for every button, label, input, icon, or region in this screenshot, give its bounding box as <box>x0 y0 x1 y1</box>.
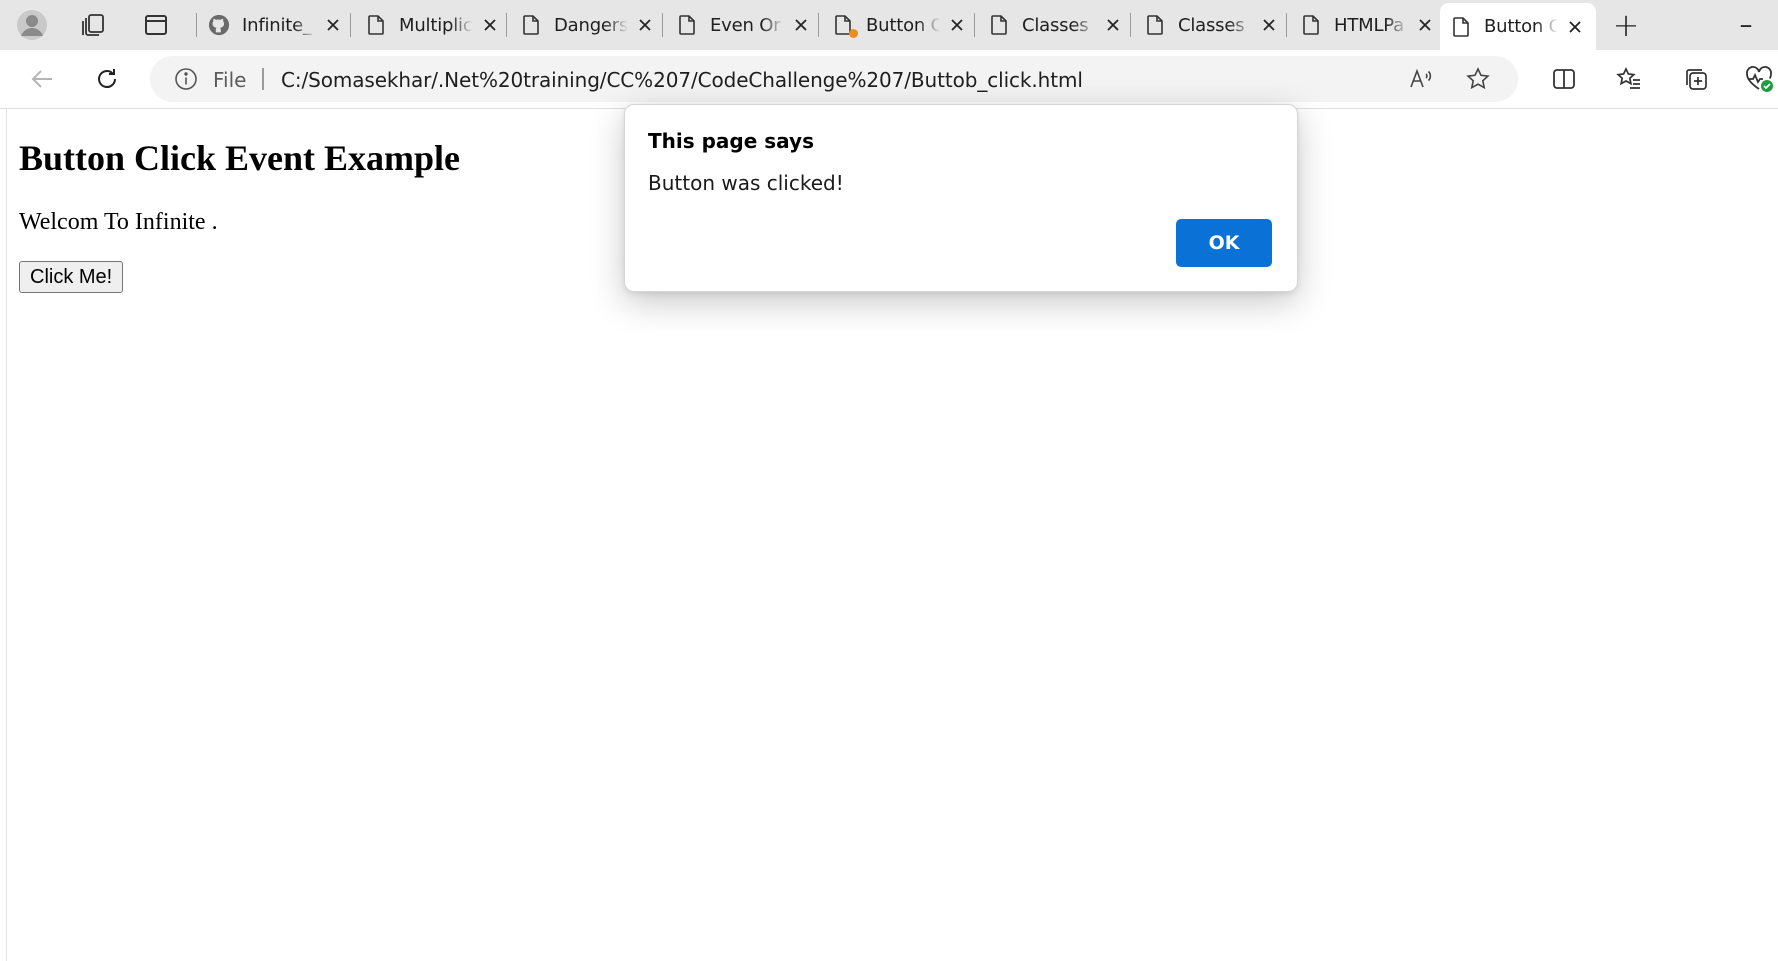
tab-divider <box>974 13 975 37</box>
new-tab-button[interactable]: + <box>1609 6 1643 44</box>
page-icon <box>520 14 542 36</box>
tab-title: HTMLPa <box>1334 14 1404 36</box>
page-icon <box>1450 16 1472 38</box>
tab-divider <box>818 13 819 37</box>
tab-title: Classes <box>1178 14 1245 36</box>
tab-divider <box>350 13 351 37</box>
close-icon[interactable] <box>1258 14 1280 36</box>
profile-avatar-icon[interactable] <box>15 8 49 42</box>
tab-divider <box>196 13 197 37</box>
tab-title: Dangers <box>554 14 628 36</box>
page-icon <box>832 14 858 38</box>
close-icon[interactable] <box>1102 14 1124 36</box>
scheme-label: File <box>213 68 247 92</box>
tab-divider <box>506 13 507 37</box>
tab-divider <box>1286 13 1287 37</box>
address-bar[interactable]: File C:/Somasekhar/.Net%20training/CC%20… <box>150 56 1518 102</box>
back-button[interactable] <box>23 60 61 98</box>
page-heading: Button Click Event Example <box>19 138 461 178</box>
tab-classes-1[interactable]: Classes <box>978 7 1126 43</box>
close-icon[interactable] <box>790 14 812 36</box>
refresh-button[interactable] <box>88 60 126 98</box>
page-icon <box>988 14 1010 36</box>
github-icon <box>208 14 230 36</box>
browser-toolbar: File C:/Somasekhar/.Net%20training/CC%20… <box>0 50 1778 109</box>
tab-button-click-active[interactable]: Button C <box>1440 3 1596 50</box>
dialog-message: Button was clicked! <box>648 171 844 195</box>
close-icon[interactable] <box>1564 16 1586 38</box>
tab-classes-2[interactable]: Classes <box>1134 7 1282 43</box>
close-icon[interactable] <box>479 14 501 36</box>
alert-dialog: This page says Button was clicked! OK <box>624 104 1298 292</box>
welcome-text: Welcom To Infinite . <box>19 209 218 235</box>
collections-icon[interactable] <box>1677 60 1715 98</box>
dialog-title: This page says <box>648 129 814 153</box>
workspaces-icon[interactable] <box>76 8 110 42</box>
info-icon[interactable] <box>174 67 198 91</box>
url-text[interactable]: C:/Somasekhar/.Net%20training/CC%207/Cod… <box>281 68 1083 92</box>
browser-essentials-icon[interactable] <box>1740 60 1778 98</box>
click-me-button[interactable]: Click Me! <box>19 261 124 293</box>
favorites-icon[interactable] <box>1610 60 1648 98</box>
page-icon <box>365 14 387 36</box>
tab-infinite[interactable]: Infinite_ <box>198 7 346 43</box>
tab-title: Button C <box>1484 16 1558 37</box>
tab-title: Infinite_ <box>242 14 312 36</box>
tab-divider <box>1130 13 1131 37</box>
close-icon[interactable] <box>1414 14 1436 36</box>
read-aloud-icon[interactable] <box>1408 66 1434 92</box>
tab-divider <box>662 13 663 37</box>
close-icon[interactable] <box>634 14 656 36</box>
page-icon <box>1300 14 1322 36</box>
tab-strip: Infinite_ Multiplic Dangers Even Or Butt… <box>0 0 1778 50</box>
tab-title: Button C <box>866 14 940 36</box>
ok-button[interactable]: OK <box>1176 219 1272 267</box>
tab-dangers[interactable]: Dangers <box>510 7 658 43</box>
page-icon <box>1144 14 1166 36</box>
tab-even-or-odd[interactable]: Even Or <box>666 7 814 43</box>
tab-button-click-loading[interactable]: Button C <box>822 7 970 43</box>
address-divider <box>262 68 264 90</box>
tab-title: Multiplic <box>399 14 473 36</box>
close-icon[interactable] <box>946 14 968 36</box>
split-screen-icon[interactable] <box>1545 60 1583 98</box>
activity-dot-icon <box>849 29 858 38</box>
tab-htmlpage[interactable]: HTMLPa <box>1290 7 1438 43</box>
tab-title: Classes <box>1022 14 1089 36</box>
vertical-tabs-icon[interactable] <box>139 8 173 42</box>
favorite-star-icon[interactable] <box>1465 66 1491 92</box>
tab-title: Even Or <box>710 14 781 36</box>
close-icon[interactable] <box>322 14 344 36</box>
page-icon <box>676 14 698 36</box>
tab-multiplication[interactable]: Multiplic <box>355 7 503 43</box>
minimize-window-button[interactable]: – <box>1729 8 1763 42</box>
